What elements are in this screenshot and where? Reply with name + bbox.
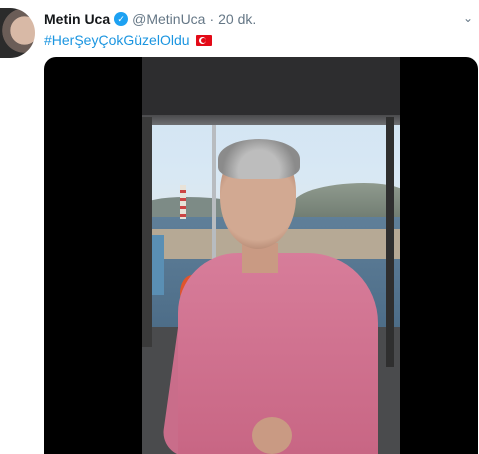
canopy-edge: [142, 115, 400, 125]
person-hair: [218, 139, 300, 179]
chevron-down-icon[interactable]: ⌄: [463, 11, 473, 25]
display-name[interactable]: Metin Uca: [44, 11, 110, 27]
separator-dot: ·: [209, 11, 215, 27]
video-frame: [142, 57, 400, 454]
canopy-pole: [142, 117, 152, 347]
timestamp[interactable]: 20 dk.: [218, 11, 256, 27]
verified-icon: ✓: [114, 12, 129, 26]
tweet-card[interactable]: Metin Uca ✓ @MetinUca · 20 dk. ⌄ #HerŞey…: [0, 0, 479, 454]
person-hand: [252, 417, 292, 454]
user-handle[interactable]: @MetinUca: [132, 11, 205, 27]
turkey-flag-icon: [195, 34, 212, 46]
canopy-pole: [386, 117, 394, 367]
tweet-text: #HerŞeyÇokGüzelOldu: [44, 32, 212, 48]
dock-post: [152, 235, 164, 295]
hashtag-link[interactable]: #HerŞeyÇokGüzelOldu: [44, 32, 190, 48]
boat-canopy: [142, 57, 400, 117]
video-player[interactable]: [44, 57, 478, 454]
tweet-header: Metin Uca ✓ @MetinUca · 20 dk.: [44, 11, 256, 27]
avatar[interactable]: [0, 8, 35, 58]
lighthouse-icon: [180, 185, 186, 219]
background-hills: [292, 183, 400, 221]
